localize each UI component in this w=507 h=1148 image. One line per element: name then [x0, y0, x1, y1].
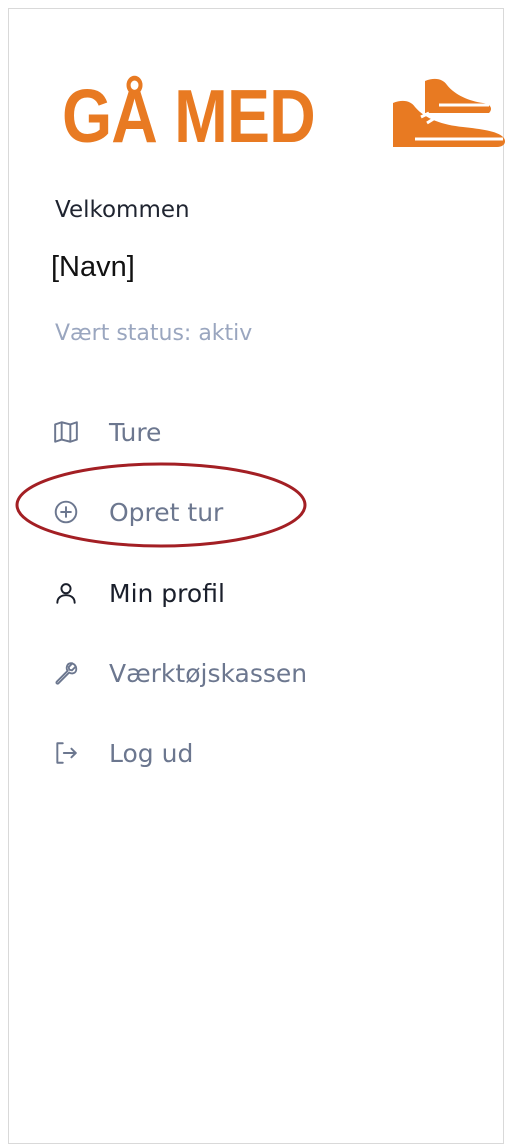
wrench-icon: [53, 660, 79, 686]
plus-circle-icon: [53, 499, 79, 525]
map-icon: [53, 419, 79, 445]
nav-item-vaerktoejskassen[interactable]: Værktøjskassen: [53, 651, 307, 695]
nav-item-label: Værktøjskassen: [109, 658, 308, 688]
sidebar-panel: GÅ MED Velkommen [Navn] Vært status: akt…: [8, 8, 505, 1144]
welcome-text: Velkommen: [55, 197, 190, 223]
nav-item-label: Min profil: [109, 578, 225, 608]
nav-item-ture[interactable]: Ture: [53, 410, 161, 454]
logout-icon: [53, 740, 79, 766]
host-status: Vært status: aktiv: [55, 321, 253, 346]
logo-text: GÅ MED: [62, 73, 316, 158]
nav-item-label: Opret tur: [109, 497, 224, 527]
sneakers-icon: [393, 78, 505, 147]
app-logo[interactable]: GÅ MED: [62, 71, 356, 161]
nav-item-min-profil[interactable]: Min profil: [53, 571, 225, 615]
nav-item-label: Ture: [109, 417, 162, 447]
nav-item-log-ud[interactable]: Log ud: [53, 731, 193, 775]
nav-item-opret-tur[interactable]: Opret tur: [53, 490, 223, 534]
nav-item-label: Log ud: [109, 738, 194, 768]
user-name: [Navn]: [51, 251, 135, 283]
user-icon: [53, 580, 79, 606]
